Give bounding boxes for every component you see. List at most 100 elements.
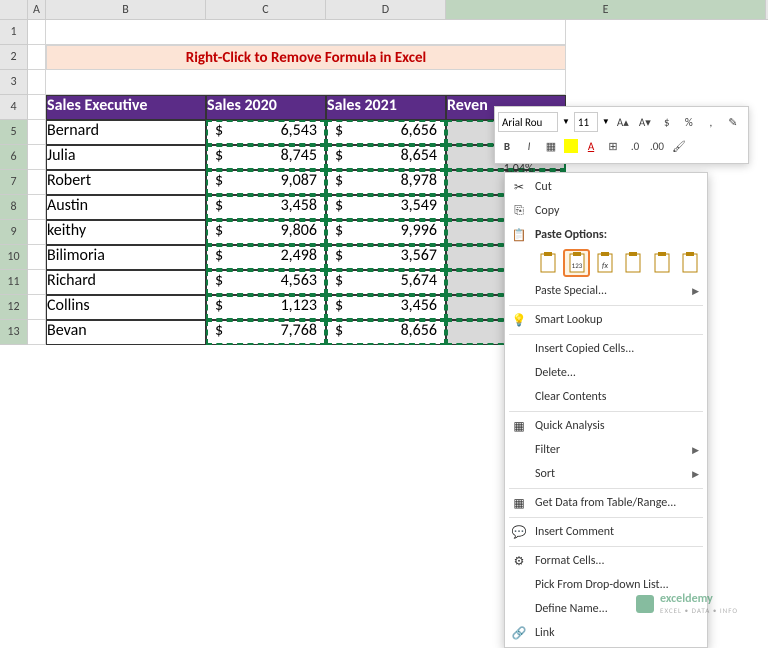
menu-insert-comment[interactable]: 💬Insert Comment <box>505 520 707 544</box>
table-row-s2021[interactable]: $9,996 <box>326 220 446 245</box>
table-row-s2021[interactable]: $3,456 <box>326 295 446 320</box>
table-row-s2021[interactable]: $5,674 <box>326 270 446 295</box>
paste-transpose-icon[interactable] <box>620 249 646 277</box>
table-row-s2021[interactable]: $8,978 <box>326 170 446 195</box>
table-row-name[interactable]: Bernard <box>46 120 206 145</box>
table-row-name[interactable]: Robert <box>46 170 206 195</box>
menu-filter[interactable]: Filter▶ <box>505 438 707 462</box>
table-row-s2021[interactable]: $8,656 <box>326 320 446 345</box>
table-row-s2020[interactable]: $8,745 <box>206 145 326 170</box>
comma-icon[interactable]: , <box>702 113 720 131</box>
table-row-s2020[interactable]: $9,087 <box>206 170 326 195</box>
table-row-s2020[interactable]: $6,543 <box>206 120 326 145</box>
percent-icon[interactable]: % <box>680 113 698 131</box>
menu-sort[interactable]: Sort▶ <box>505 462 707 486</box>
font-color-icon[interactable]: A <box>582 137 600 155</box>
table-row-name[interactable]: Bilimoria <box>46 245 206 270</box>
menu-paste-special[interactable]: Paste Special...▶ <box>505 279 707 303</box>
row-header[interactable]: 12 <box>0 295 28 320</box>
italic-button[interactable]: I <box>520 137 538 155</box>
table-row-name[interactable]: Austin <box>46 195 206 220</box>
paste-normal-icon[interactable] <box>535 249 561 277</box>
table-row-name[interactable]: Julia <box>46 145 206 170</box>
row-header[interactable]: 13 <box>0 320 28 345</box>
paste-values-icon[interactable]: 123 <box>563 249 589 277</box>
col-header-d[interactable]: D <box>326 0 446 19</box>
analysis-icon: ▦ <box>511 418 527 434</box>
row-header[interactable]: 6 <box>0 145 28 170</box>
brand-tagline: EXCEL • DATA • INFO <box>660 606 738 615</box>
menu-cut[interactable]: ✂Cut <box>505 175 707 199</box>
paste-link-icon[interactable] <box>677 249 703 277</box>
row-header[interactable]: 11 <box>0 270 28 295</box>
row-header[interactable]: 5 <box>0 120 28 145</box>
menu-clear-contents[interactable]: Clear Contents <box>505 385 707 409</box>
menu-format-cells[interactable]: ⚙Format Cells... <box>505 549 707 573</box>
dropdown-icon[interactable]: ▼ <box>562 117 570 127</box>
paste-options-row: 123 fx <box>505 247 707 279</box>
table-row-s2020[interactable]: $7,768 <box>206 320 326 345</box>
row-header[interactable]: 4 <box>0 95 28 120</box>
header-sales-2021[interactable]: Sales 2021 <box>326 95 446 120</box>
corner-cell[interactable] <box>0 0 28 19</box>
row-header[interactable]: 9 <box>0 220 28 245</box>
table-row-name[interactable]: Bevan <box>46 320 206 345</box>
row-header[interactable]: 3 <box>0 70 28 95</box>
chevron-right-icon: ▶ <box>692 286 699 297</box>
table-row-s2021[interactable]: $3,567 <box>326 245 446 270</box>
font-name-input[interactable] <box>498 112 558 132</box>
menu-copy[interactable]: ⎘Copy <box>505 199 707 223</box>
col-header-c[interactable]: C <box>206 0 326 19</box>
row-header[interactable]: 8 <box>0 195 28 220</box>
menu-quick-analysis[interactable]: ▦Quick Analysis <box>505 414 707 438</box>
decrease-decimal-icon[interactable]: .0 <box>626 137 644 155</box>
menu-get-data[interactable]: ▦Get Data from Table/Range... <box>505 491 707 515</box>
paste-formulas-icon[interactable]: fx <box>592 249 618 277</box>
font-size-input[interactable] <box>574 112 598 132</box>
menu-insert-copied[interactable]: Insert Copied Cells... <box>505 337 707 361</box>
title-cell[interactable]: Right-Click to Remove Formula in Excel <box>46 45 566 70</box>
format-painter-icon[interactable]: ✎ <box>724 113 742 131</box>
table-row-s2021[interactable]: $6,656 <box>326 120 446 145</box>
table-row-name[interactable]: keithy <box>46 220 206 245</box>
increase-font-icon[interactable]: A▴ <box>614 113 632 131</box>
menu-delete[interactable]: Delete... <box>505 361 707 385</box>
header-sales-2020[interactable]: Sales 2020 <box>206 95 326 120</box>
currency-icon[interactable]: $ <box>658 113 676 131</box>
col-header-b[interactable]: B <box>46 0 206 19</box>
separator <box>509 488 703 489</box>
table-row-s2020[interactable]: $9,806 <box>206 220 326 245</box>
paste-formatting-icon[interactable] <box>648 249 674 277</box>
column-headers: A B C D E <box>0 0 768 20</box>
dropdown-icon[interactable]: ▼ <box>602 117 610 127</box>
table-row-s2020[interactable]: $1,123 <box>206 295 326 320</box>
table-row-s2020[interactable]: $2,498 <box>206 245 326 270</box>
row-header[interactable]: 7 <box>0 170 28 195</box>
border-icon[interactable]: ▦ <box>542 137 560 155</box>
table-row-name[interactable]: Richard <box>46 270 206 295</box>
increase-decimal-icon[interactable]: .00 <box>648 137 666 155</box>
decrease-font-icon[interactable]: A▾ <box>636 113 654 131</box>
table-row-s2021[interactable]: $8,654 <box>326 145 446 170</box>
header-executive[interactable]: Sales Executive <box>46 95 206 120</box>
col-header-a[interactable]: A <box>28 0 46 19</box>
table-icon: ▦ <box>511 495 527 511</box>
menu-smart-lookup[interactable]: 💡Smart Lookup <box>505 308 707 332</box>
separator <box>509 411 703 412</box>
table-row-s2021[interactable]: $3,549 <box>326 195 446 220</box>
borders-icon[interactable]: ⊞ <box>604 137 622 155</box>
row-header[interactable]: 1 <box>0 20 28 45</box>
menu-link[interactable]: 🔗Link <box>505 621 707 645</box>
col-header-e[interactable]: E <box>446 0 766 19</box>
fill-color-icon[interactable] <box>564 139 578 153</box>
row-header[interactable]: 10 <box>0 245 28 270</box>
table-row-s2020[interactable]: $4,563 <box>206 270 326 295</box>
row-header[interactable]: 2 <box>0 45 28 70</box>
bold-button[interactable]: B <box>498 137 516 155</box>
grid[interactable]: Right-Click to Remove Formula in Excel S… <box>28 20 566 345</box>
chevron-right-icon: ▶ <box>692 445 699 456</box>
table-row-s2020[interactable]: $3,458 <box>206 195 326 220</box>
table-row-name[interactable]: Collins <box>46 295 206 320</box>
format-painter-icon[interactable]: 🖌 <box>670 137 688 155</box>
chevron-right-icon: ▶ <box>692 469 699 480</box>
